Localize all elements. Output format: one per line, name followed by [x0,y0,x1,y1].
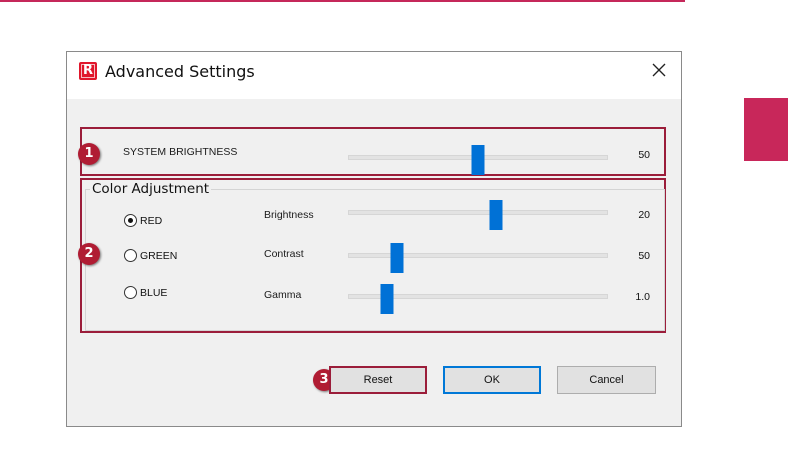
callout-2: 2 [78,243,100,265]
callout-1: 1 [78,143,100,165]
brightness-value: 20 [638,209,650,221]
radio-circle[interactable] [124,249,137,262]
slider-thumb[interactable] [390,243,404,273]
system-brightness-label: SYSTEM BRIGHTNESS [123,146,238,158]
radio-label: RED [140,214,163,227]
gamma-slider[interactable] [348,284,608,314]
radio-circle-selected[interactable] [124,214,137,227]
brightness-label: Brightness [264,209,314,221]
dialog-title: Advanced Settings [105,62,255,81]
system-brightness-value: 50 [638,149,650,161]
slider-track [348,253,608,258]
slider-track [348,210,608,215]
radio-green[interactable]: GREEN [124,249,177,262]
system-brightness-slider[interactable] [348,145,608,175]
title-bar: R Advanced Settings [67,52,681,99]
ok-button[interactable]: OK [443,366,541,394]
radio-label: GREEN [140,249,178,262]
cancel-button[interactable]: Cancel [557,366,656,394]
radio-circle[interactable] [124,286,137,299]
color-adjustment-title: Color Adjustment [90,181,212,197]
gamma-value: 1.0 [635,291,650,303]
slider-thumb[interactable] [471,145,485,175]
top-accent-rule [0,0,685,2]
side-accent-tab [744,98,788,161]
slider-thumb[interactable] [489,200,503,230]
contrast-slider[interactable] [348,243,608,273]
radio-blue[interactable]: BLUE [124,286,167,299]
reset-button[interactable]: Reset [329,366,427,394]
close-icon[interactable] [649,60,669,80]
contrast-label: Contrast [264,248,304,260]
contrast-value: 50 [638,250,650,262]
gamma-label: Gamma [264,289,302,301]
brightness-slider[interactable] [348,200,608,230]
radio-red[interactable]: RED [124,214,162,227]
slider-thumb[interactable] [380,284,394,314]
radio-label: BLUE [140,286,168,299]
app-logo-icon: R [79,62,97,80]
